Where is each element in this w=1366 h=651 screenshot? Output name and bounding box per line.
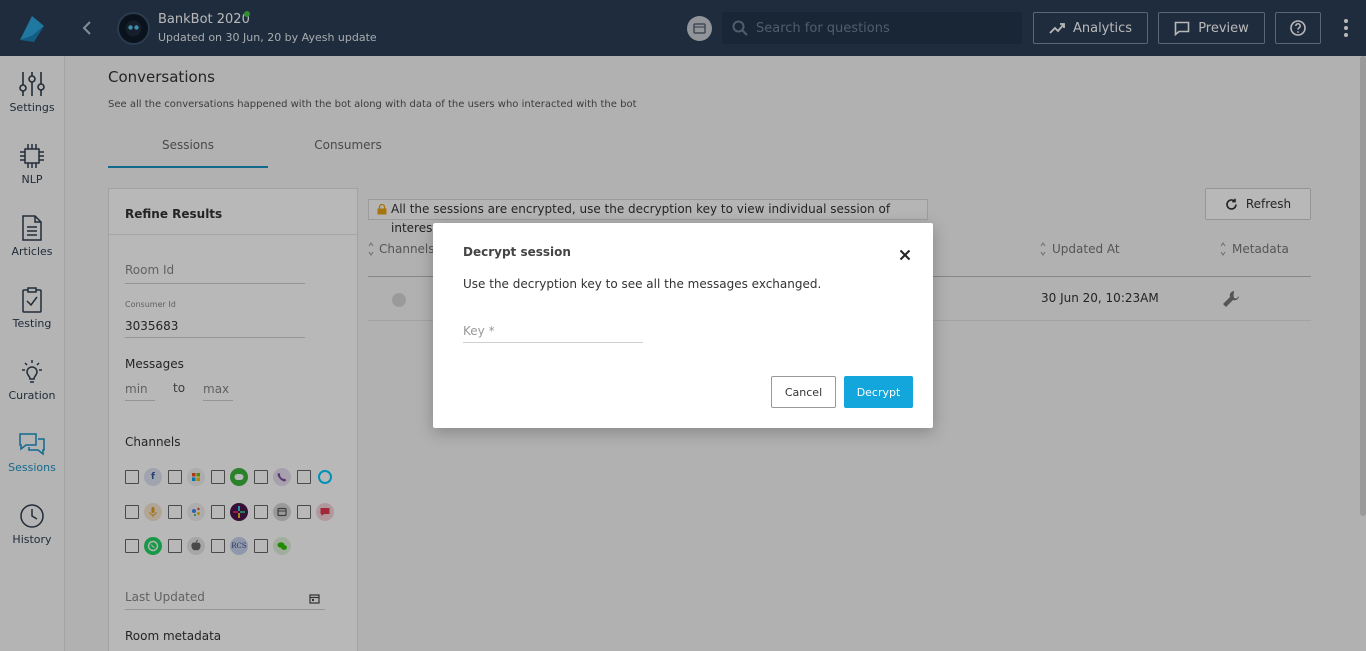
decrypt-button[interactable]: Decrypt — [844, 376, 913, 408]
cancel-button[interactable]: Cancel — [771, 376, 836, 408]
close-icon[interactable] — [899, 249, 911, 261]
decrypt-session-dialog: Decrypt session Use the decryption key t… — [433, 223, 933, 428]
decryption-key-input[interactable] — [463, 319, 643, 343]
dialog-description: Use the decryption key to see all the me… — [463, 277, 822, 291]
page-scrollbar[interactable] — [1360, 56, 1366, 516]
dialog-title: Decrypt session — [463, 245, 571, 259]
